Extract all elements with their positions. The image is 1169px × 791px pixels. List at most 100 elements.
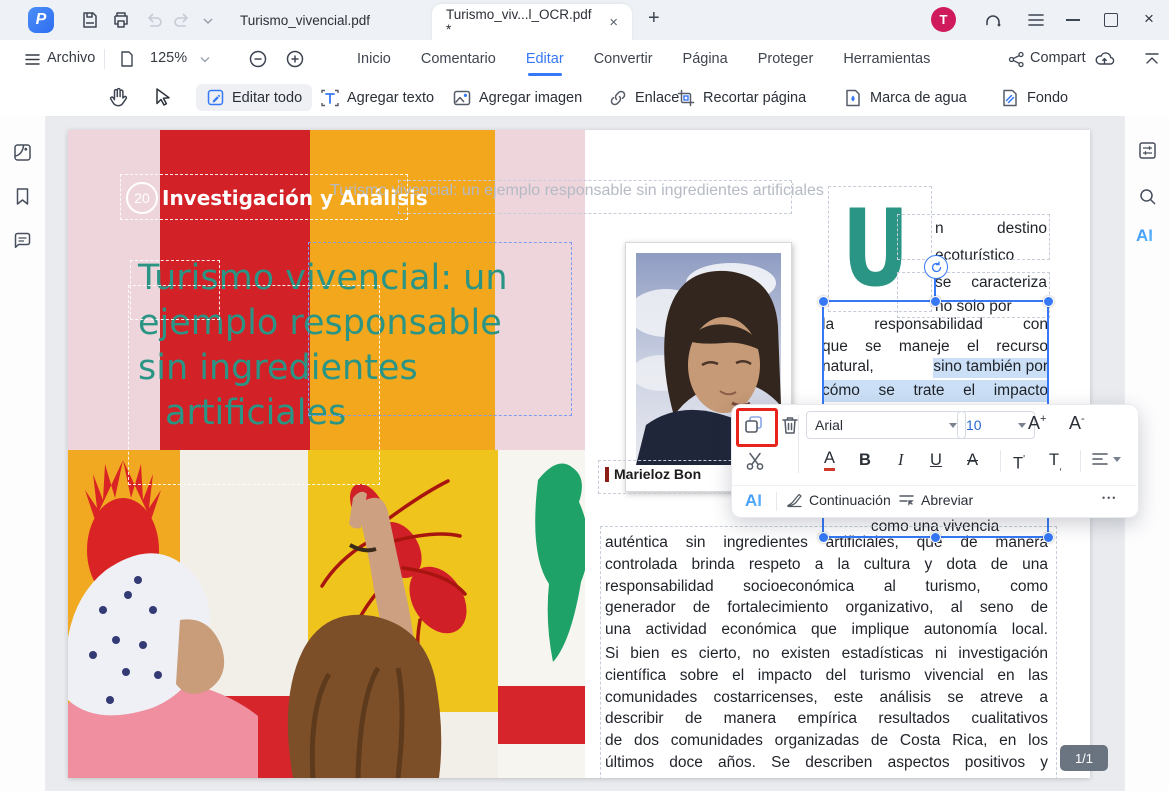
redo-icon[interactable] xyxy=(172,10,192,30)
enlace-button[interactable]: Enlace xyxy=(608,84,679,111)
italic-button[interactable]: I xyxy=(898,448,904,472)
divider xyxy=(1080,450,1081,472)
underline-button[interactable]: U xyxy=(930,448,942,472)
page-fit-icon[interactable] xyxy=(118,50,136,68)
properties-panel-icon[interactable] xyxy=(1137,140,1158,161)
marca-de-agua-button[interactable]: Marca de agua xyxy=(843,84,967,111)
search-panel-icon[interactable] xyxy=(1137,186,1158,207)
zoom-in-icon[interactable] xyxy=(285,49,305,69)
text-block-outline[interactable] xyxy=(120,174,408,220)
chevron-down-icon xyxy=(949,423,957,428)
save-icon[interactable] xyxy=(80,10,100,30)
selection-handle[interactable] xyxy=(1043,532,1054,543)
shorten-text-icon xyxy=(898,491,915,508)
agregar-imagen-button[interactable]: Agregar imagen xyxy=(452,84,582,111)
print-icon[interactable] xyxy=(111,10,131,30)
tab-pagina[interactable]: Página xyxy=(683,40,728,78)
hand-tool-icon[interactable] xyxy=(106,86,129,109)
collapse-toolbar-icon[interactable] xyxy=(1144,51,1160,67)
selection-handle[interactable] xyxy=(930,532,941,543)
support-headset-icon[interactable] xyxy=(983,10,1003,30)
ai-panel-icon[interactable]: AI xyxy=(1136,226,1153,246)
highlighted-text-line[interactable]: cómo se trate el impacto xyxy=(822,380,1048,402)
agregar-texto-button[interactable]: Agregar texto xyxy=(320,84,434,111)
link-icon xyxy=(608,88,628,108)
decrease-font-button[interactable]: A- xyxy=(1069,413,1085,434)
font-size-select[interactable]: 10 xyxy=(957,411,1035,439)
bold-button[interactable]: B xyxy=(859,448,871,472)
app-logo-icon[interactable]: P xyxy=(28,7,54,33)
rotate-handle[interactable] xyxy=(924,255,948,279)
thumbnails-panel-icon[interactable] xyxy=(12,142,33,163)
abreviar-button[interactable]: Abreviar xyxy=(898,491,973,508)
editar-todo-button[interactable]: Editar todo xyxy=(196,84,312,111)
maximize-button[interactable] xyxy=(1104,13,1118,27)
zoom-out-icon[interactable] xyxy=(248,49,268,69)
new-tab-button[interactable]: + xyxy=(648,7,660,30)
tab-convertir[interactable]: Convertir xyxy=(594,40,653,78)
archivo-menu[interactable]: Archivo xyxy=(47,50,95,66)
tab-inicio[interactable]: Inicio xyxy=(357,40,391,78)
tab-turismo-ocr-active[interactable]: Turismo_viv...l_OCR.pdf * × xyxy=(432,4,632,40)
user-avatar[interactable]: T xyxy=(931,7,956,32)
selection-handle[interactable] xyxy=(818,296,829,307)
selection-handle[interactable] xyxy=(818,532,829,543)
minimize-button[interactable] xyxy=(1066,19,1080,21)
select-cursor-icon[interactable] xyxy=(150,86,172,108)
ai-actions-row: AI Continuación Abreviar ••• xyxy=(732,485,1136,517)
tab-comentario[interactable]: Comentario xyxy=(421,40,496,78)
zoom-dropdown-icon[interactable] xyxy=(200,56,210,64)
more-options-icon[interactable]: ••• xyxy=(1102,493,1117,503)
bookmarks-panel-icon[interactable] xyxy=(12,186,33,207)
pen-write-icon xyxy=(786,491,803,508)
selection-handle[interactable] xyxy=(930,296,941,307)
recortar-pagina-button[interactable]: Recortar página xyxy=(676,84,806,111)
tab-turismo-vivencial[interactable]: Turismo_vivencial.pdf xyxy=(240,0,370,40)
history-dropdown-icon[interactable] xyxy=(202,15,214,27)
font-color-button[interactable]: A xyxy=(824,448,835,471)
close-window-button[interactable]: × xyxy=(1144,9,1154,29)
chevron-down-icon xyxy=(1113,457,1121,462)
tab-herramientas[interactable]: Herramientas xyxy=(843,40,930,78)
tab-editar[interactable]: Editar xyxy=(526,40,564,78)
selection-handle[interactable] xyxy=(1043,296,1054,307)
text-block-outline[interactable] xyxy=(398,180,792,214)
strikethrough-button[interactable]: A xyxy=(967,448,978,472)
text-block-outline[interactable] xyxy=(897,272,1050,318)
menu-hamburger-icon[interactable] xyxy=(1026,10,1046,30)
undo-icon[interactable] xyxy=(144,10,164,30)
annotation-red-box xyxy=(736,408,778,447)
zoom-level-value[interactable]: 125% xyxy=(150,50,187,66)
ai-icon[interactable]: AI xyxy=(745,491,762,511)
fondo-button[interactable]: Fondo xyxy=(1000,84,1068,111)
superscript-button[interactable]: T' xyxy=(1013,448,1025,476)
left-sidebar xyxy=(0,116,46,791)
align-left-icon xyxy=(1091,451,1109,467)
paragraph-block-outline[interactable] xyxy=(600,526,1057,778)
font-family-select[interactable]: Arial xyxy=(806,411,966,439)
comments-panel-icon[interactable] xyxy=(12,230,33,251)
selected-text-block-outline[interactable] xyxy=(308,242,572,416)
tab-label: Turismo_viv...l_OCR.pdf * xyxy=(446,7,595,37)
tab-proteger[interactable]: Proteger xyxy=(758,40,814,78)
subscript-button[interactable]: T, xyxy=(1049,448,1062,479)
add-image-icon xyxy=(452,88,472,108)
watermark-icon xyxy=(843,88,863,108)
cut-scissors-icon[interactable] xyxy=(744,450,766,472)
body-line[interactable]: que se maneje el recurso xyxy=(822,336,1048,358)
continuacion-button[interactable]: Continuación xyxy=(786,491,891,508)
main-nav: Inicio Comentario Editar Convertir Págin… xyxy=(357,40,930,78)
share-icon[interactable] xyxy=(1008,51,1025,68)
increase-font-button[interactable]: A+ xyxy=(1028,413,1046,434)
highlighted-text: sino también por xyxy=(933,358,1048,378)
background-icon xyxy=(1000,88,1020,108)
tab-close-icon[interactable]: × xyxy=(609,14,618,31)
compartir-button[interactable]: Compart xyxy=(1030,50,1092,66)
floating-format-toolbar: Arial 10 A+ A- A B I U A T' T, AI Contin… xyxy=(731,404,1139,518)
archivo-menu-icon xyxy=(25,52,40,67)
text-block-outline[interactable] xyxy=(897,214,1050,260)
alignment-button[interactable] xyxy=(1091,451,1121,467)
titlebar: P Turismo_vivencial.pdf Turismo_viv...l_… xyxy=(0,0,1169,40)
body-line[interactable]: natural,sino también por xyxy=(822,358,1048,378)
cloud-upload-icon[interactable] xyxy=(1094,49,1115,70)
